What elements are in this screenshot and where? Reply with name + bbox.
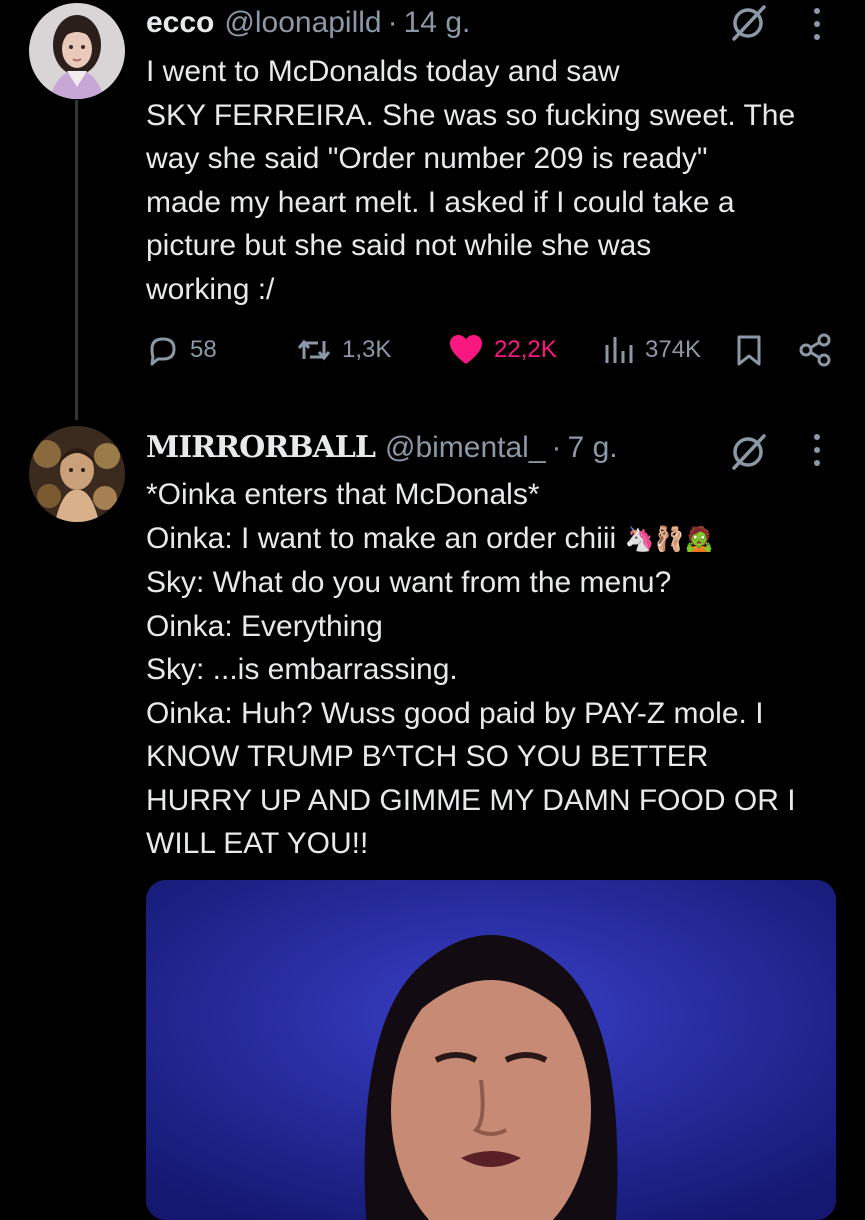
tweet-media-gif[interactable]	[146, 880, 836, 1220]
separator-dot: ·	[551, 431, 562, 464]
tweet-text-line: Sky: ...is embarrassing.	[146, 653, 458, 687]
tweet-text: *Oinka enters that McDonals* Oinka: I wa…	[146, 473, 836, 866]
tweet-text-line: Sky: What do you want from the menu?	[146, 566, 672, 600]
share-button[interactable]	[798, 333, 842, 367]
zombie-emoji: 🧟	[684, 525, 715, 553]
bookmark-button[interactable]	[734, 333, 774, 367]
views-icon	[605, 337, 633, 363]
tweet-text: I went to McDonalds today and saw SKY FE…	[146, 50, 836, 311]
heart-icon	[450, 335, 482, 364]
display-name[interactable]: ecco	[146, 6, 214, 40]
ballet-shoes-emoji: 🩰	[654, 525, 685, 553]
reply-button[interactable]: 58	[146, 333, 217, 367]
tweet-text-line: Oinka: Huh? Wuss good paid by PAY-Z mole…	[146, 696, 764, 730]
user-handle[interactable]: @bimental_	[385, 431, 546, 465]
tweet-text-line: SKY FERREIRA. She was so fucking sweet. …	[146, 98, 796, 132]
user-handle[interactable]: @loonapilld	[224, 6, 381, 40]
more-icon[interactable]	[812, 432, 822, 468]
views-button[interactable]: 374K	[603, 333, 701, 367]
avatar[interactable]	[29, 3, 125, 99]
tweet-text-line: KNOW TRUMP B^TCH SO YOU BETTER	[146, 740, 709, 774]
separator-dot: ·	[387, 6, 398, 39]
tweet-text-line: I went to McDonalds today and saw	[146, 55, 620, 88]
bookmark-icon	[737, 335, 761, 366]
repost-button[interactable]: 1,3K	[296, 333, 391, 367]
tweet-text-line: HURRY UP AND GIMME MY DAMN FOOD OR I	[146, 783, 796, 817]
tweet-header: MIRRORBALL @bimental_ · 7 g.	[146, 430, 618, 465]
share-icon	[799, 333, 831, 367]
views-count: 374K	[645, 336, 702, 363]
grok-icon[interactable]	[728, 432, 768, 472]
repost-icon	[297, 339, 331, 361]
timestamp[interactable]: 14 g.	[404, 6, 471, 40]
repost-count: 1,3K	[342, 336, 392, 363]
like-button[interactable]: 22,2K	[448, 333, 557, 367]
tweet-text-segment: Oinka: I want to make an order chiii	[146, 521, 617, 555]
more-icon[interactable]	[812, 6, 822, 42]
unicorn-emoji: 🦄	[624, 525, 655, 553]
tweet-text-line: Oinka: Everything	[146, 609, 383, 643]
tweet-text-line: *Oinka enters that McDonals*	[146, 478, 540, 511]
tweet-text-line: made my heart melt. I asked if I could t…	[146, 185, 735, 219]
reply-count: 58	[190, 336, 217, 363]
display-name[interactable]: MIRRORBALL	[146, 430, 376, 465]
grok-icon[interactable]	[728, 3, 768, 43]
tweet-text-line: working :/	[146, 272, 275, 306]
tweet-text-line: way she said "Order number 209 is ready"	[146, 142, 708, 175]
tweet-header: ecco @loonapilld · 14 g.	[146, 6, 470, 40]
tweet-text-line: picture but she said not while she was	[146, 229, 652, 262]
reply-icon	[150, 337, 176, 366]
timestamp[interactable]: 7 g.	[568, 431, 618, 465]
tweet-text-line: Oinka: I want to make an order chiii 🦄🩰🧟	[146, 517, 836, 562]
tweet-actions-bar: 58 1,3K 22,2K 374K	[0, 333, 865, 373]
avatar[interactable]	[29, 426, 125, 522]
tweet-text-line: WILL EAT YOU!!	[146, 827, 369, 861]
like-count: 22,2K	[494, 336, 557, 363]
